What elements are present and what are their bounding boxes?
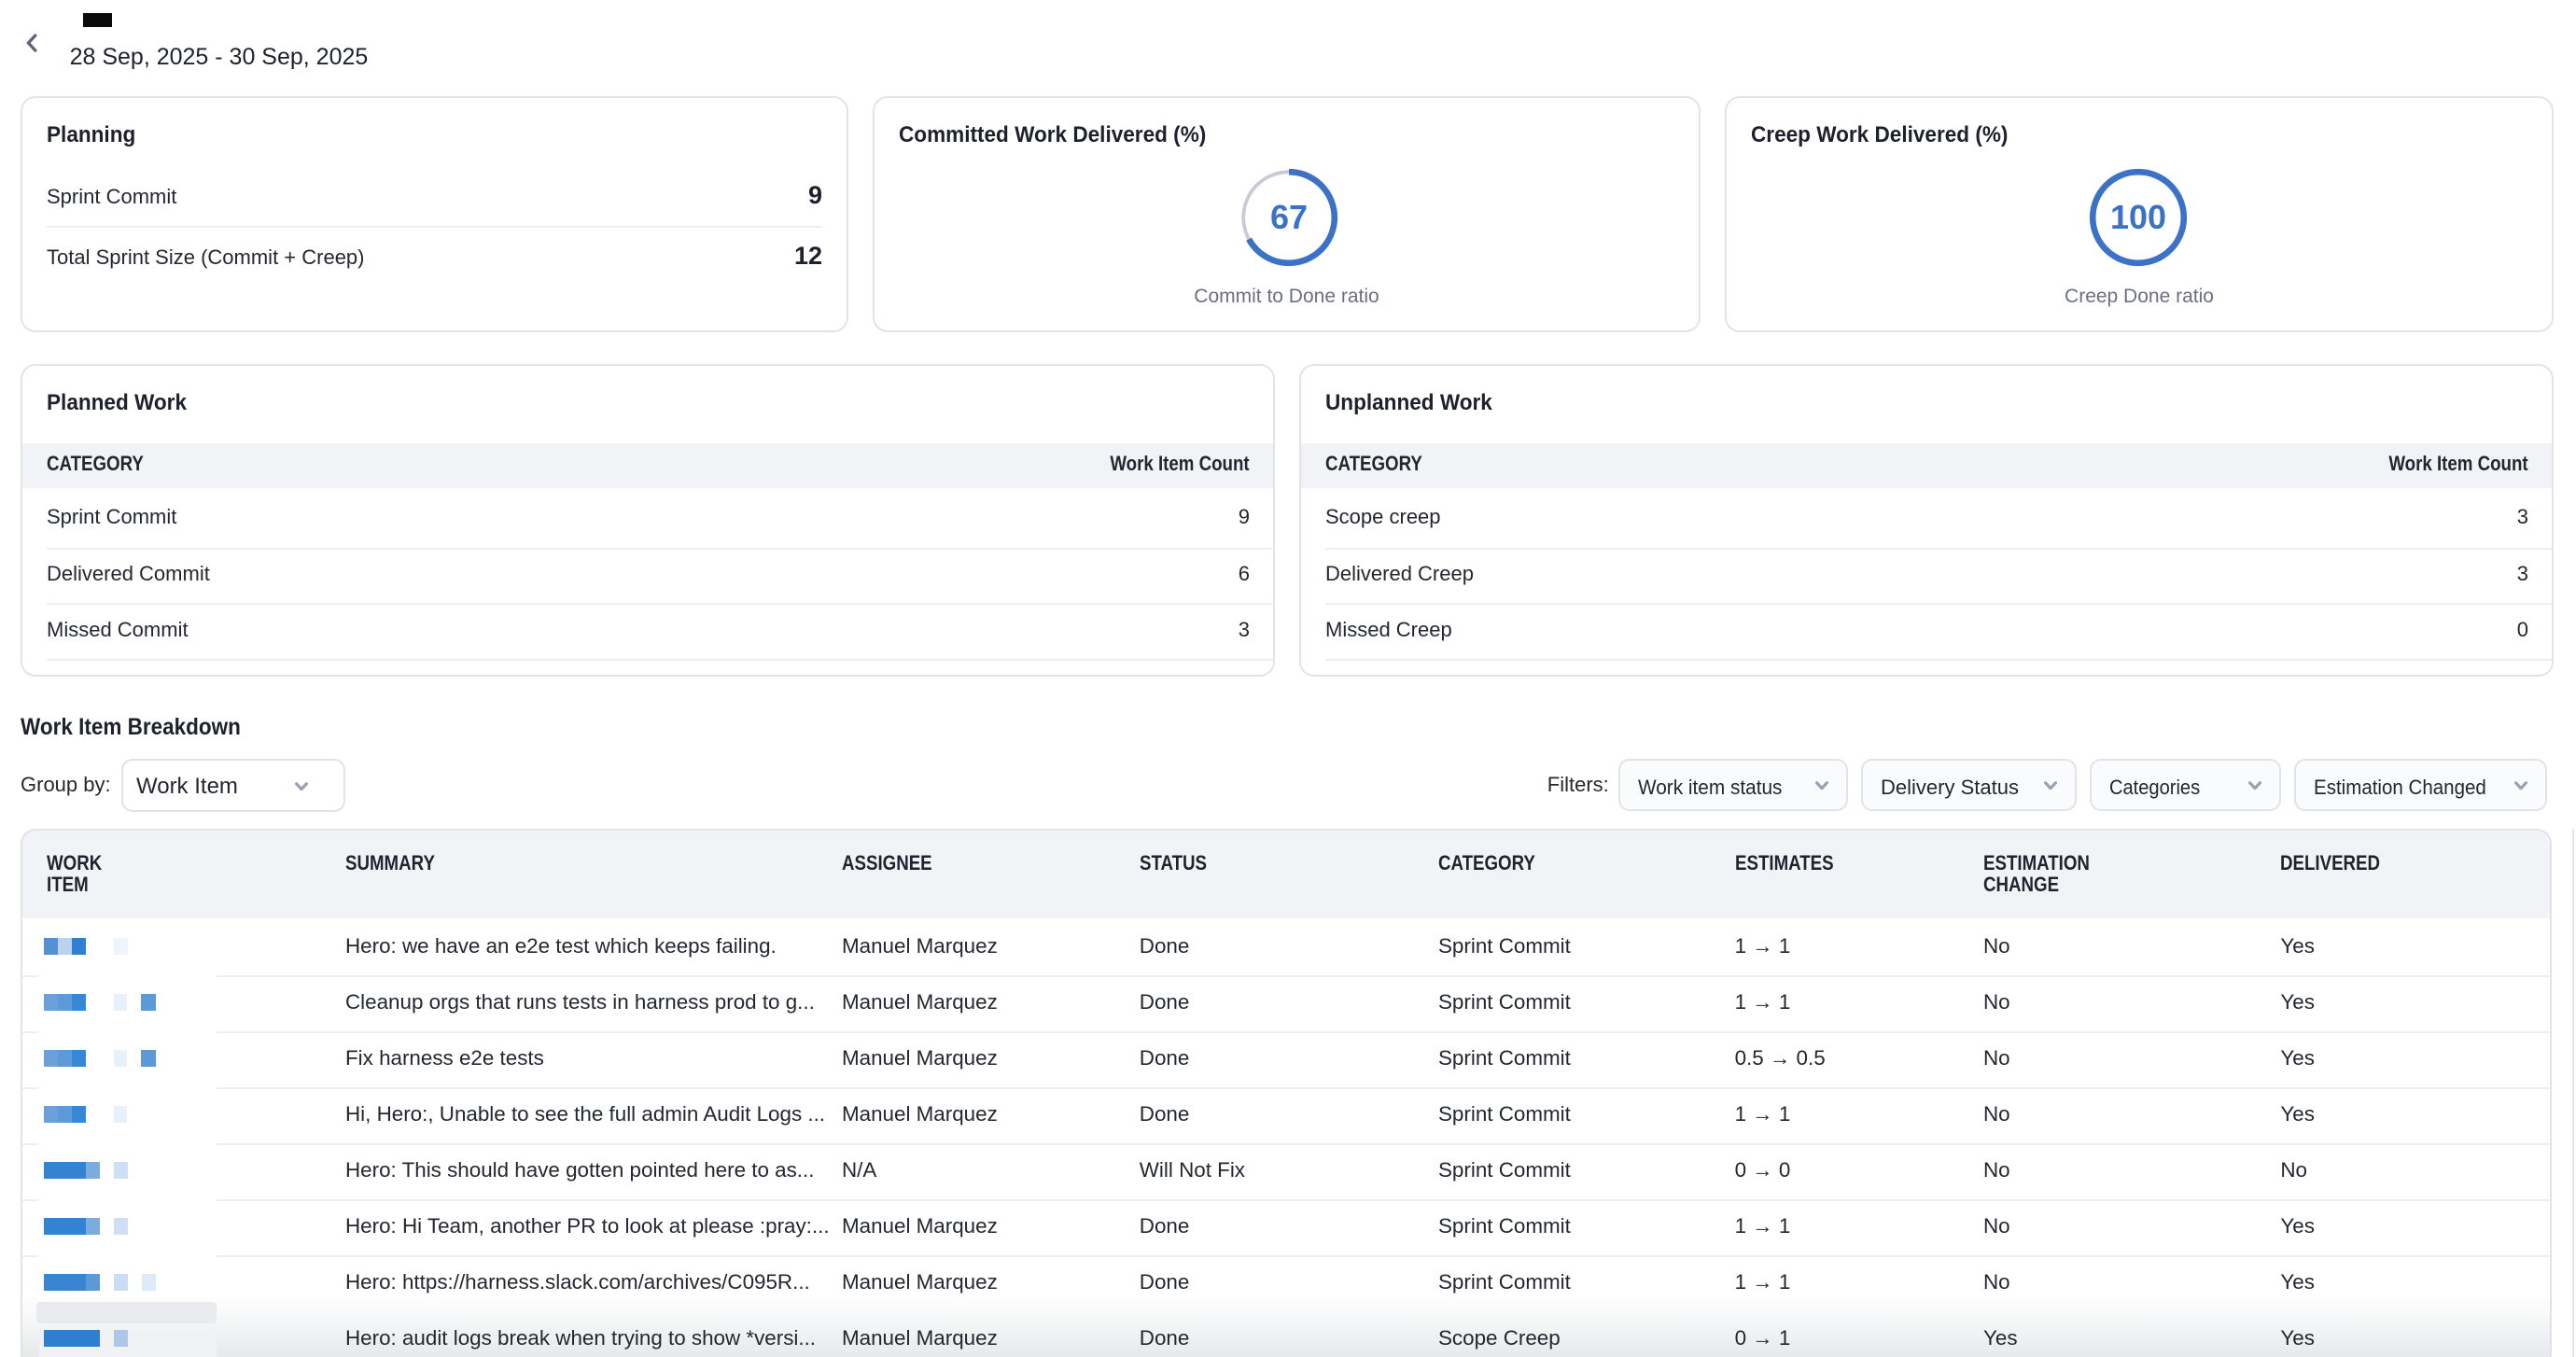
- svg-text:100: 100: [2110, 198, 2166, 236]
- svg-text:67: 67: [1270, 198, 1308, 236]
